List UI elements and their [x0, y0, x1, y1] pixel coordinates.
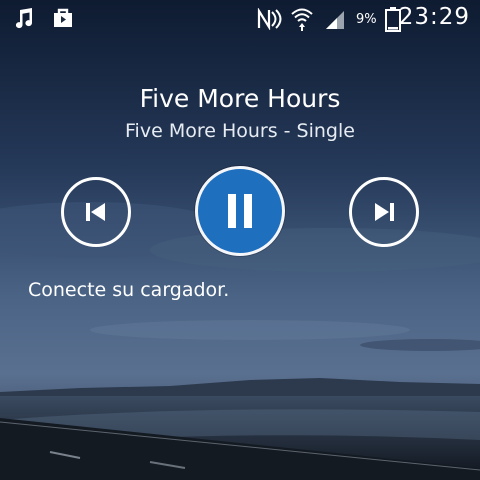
album-title: Five More Hours - Single: [125, 120, 355, 142]
previous-button[interactable]: [61, 177, 131, 247]
clock: 23:29: [398, 4, 470, 30]
nfc-icon: [256, 7, 286, 34]
track-title: Five More Hours: [139, 84, 341, 113]
pause-icon: [228, 194, 252, 228]
skip-next-icon: [375, 203, 394, 221]
next-button[interactable]: [349, 177, 419, 247]
music-note-icon: [12, 7, 36, 35]
shopping-bag-icon: [51, 6, 75, 34]
wifi-icon: [290, 6, 314, 36]
signal-icon: [324, 8, 346, 34]
skip-previous-icon: [86, 203, 105, 221]
charger-notice: Conecte su cargador.: [28, 279, 230, 301]
pause-button[interactable]: [195, 166, 285, 256]
status-bar: 9% 23:29: [0, 0, 480, 40]
battery-percent: 9%: [356, 12, 377, 27]
